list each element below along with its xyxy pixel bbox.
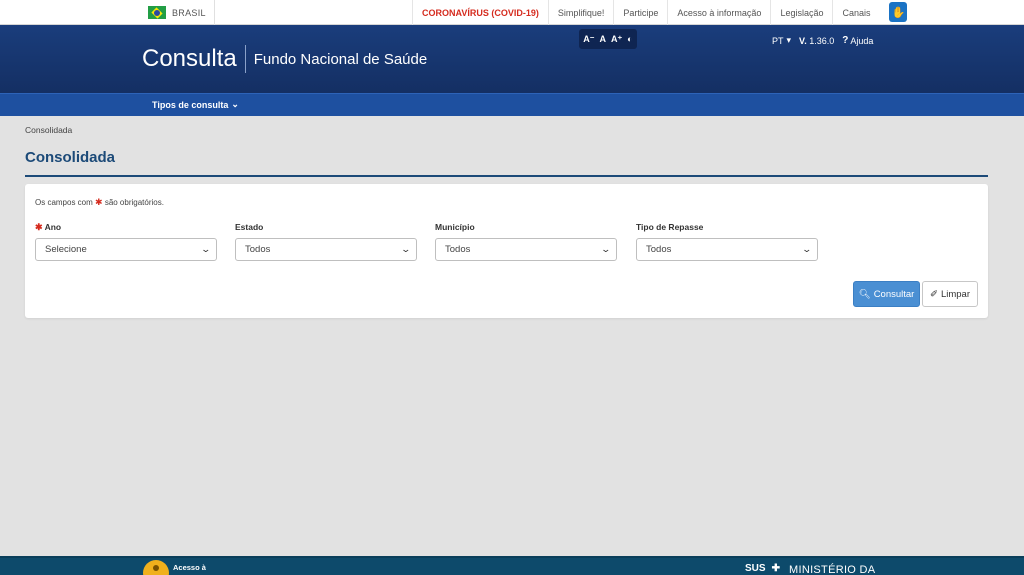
field-tipo-repasse: Tipo de Repasse Todos ⌄ [636, 222, 818, 261]
brazil-flag-icon [148, 6, 166, 19]
site-header: Consulta Fundo Nacional de Saúde A⁻ A A⁺… [0, 25, 1024, 93]
title-underline [25, 175, 988, 177]
version-number: 1.36.0 [809, 35, 835, 46]
brasil-link[interactable]: BRASIL [140, 0, 215, 25]
ano-select[interactable]: Selecione ⌄ [35, 238, 217, 261]
field-label-text: Ano [44, 222, 62, 232]
contrast-icon[interactable]: ◐ [627, 34, 632, 44]
help-link[interactable]: ? Ajuda [842, 35, 873, 46]
chevron-down-icon: ⌄ [200, 244, 212, 254]
field-label-municipio: Município [435, 222, 475, 232]
chevron-down-icon: ⌄ [400, 244, 412, 254]
gov-link-acesso-informacao[interactable]: Acesso à informação [667, 0, 770, 25]
language-selector[interactable]: PT ▾ [772, 35, 791, 46]
required-note-pre: Os campos com [35, 198, 93, 207]
sus-logo: SUS ✚ [745, 563, 780, 574]
required-note: Os campos com ✱ são obrigatórios. [35, 197, 164, 208]
caret-down-icon: ▾ [786, 35, 792, 45]
footer-access-label[interactable]: Acesso à [173, 563, 206, 572]
limpar-label: Limpar [940, 288, 970, 300]
select-value: Todos [245, 244, 271, 255]
app-title: Consulta [142, 45, 237, 72]
sus-label: SUS [745, 563, 766, 574]
brasil-label: BRASIL [172, 7, 206, 18]
chevron-down-icon: ⌄ [231, 99, 239, 109]
site-footer: Acesso à SUS ✚ MINISTÉRIO DA [0, 556, 1024, 575]
search-icon: 🔍︎ [858, 288, 871, 300]
field-ano: ✱ Ano Selecione ⌄ [35, 222, 217, 261]
cross-icon: ✚ [771, 563, 780, 574]
limpar-button[interactable]: ✐ Limpar [922, 281, 978, 307]
vlibras-hand-icon[interactable]: ✋ [889, 2, 908, 22]
chevron-down-icon: ⌄ [801, 244, 813, 254]
help-label: Ajuda [850, 35, 874, 46]
font-decrease-button[interactable]: A⁻ [583, 34, 594, 45]
access-info-icon[interactable] [143, 560, 169, 575]
select-value: Selecione [45, 244, 87, 255]
site-logo[interactable]: Consulta Fundo Nacional de Saúde [142, 45, 427, 73]
field-estado: Estado Todos ⌄ [235, 222, 417, 261]
gov-link-legislacao[interactable]: Legislação [770, 0, 832, 25]
gov-link-participe[interactable]: Participe [613, 0, 667, 25]
question-icon: ? [842, 35, 849, 46]
font-increase-button[interactable]: A⁺ [611, 34, 622, 45]
main-nav: Tipos de consulta ⌄ [0, 93, 1024, 116]
accessibility-controls: A⁻ A A⁺ ◐ [579, 29, 637, 49]
gov-top-bar: BRASIL CORONAVÍRUS (COVID-19) Simplifiqu… [0, 0, 1024, 25]
filter-form-card: Os campos com ✱ são obrigatórios. ✱ Ano … [25, 184, 988, 318]
select-value: Todos [646, 244, 672, 255]
consultar-label: Consultar [873, 288, 915, 300]
nav-tipos-de-consulta[interactable]: Tipos de consulta ⌄ [152, 99, 239, 110]
required-asterisk-icon: ✱ [35, 222, 43, 232]
gov-link-simplifique[interactable]: Simplifique! [547, 0, 614, 25]
page-title: Consolidada [25, 149, 116, 166]
gov-link-canais[interactable]: Canais [832, 0, 879, 25]
eraser-icon: ✐ [929, 288, 938, 300]
required-asterisk-icon: ✱ [95, 197, 103, 207]
language-label: PT [772, 35, 784, 46]
breadcrumb: Consolidada [25, 125, 73, 135]
field-label-ano: ✱ Ano [35, 222, 217, 234]
font-normal-button[interactable]: A [600, 34, 607, 44]
tipo-repasse-select[interactable]: Todos ⌄ [636, 238, 818, 261]
required-note-post: são obrigatórios. [104, 198, 164, 207]
app-subtitle: Fundo Nacional de Saúde [253, 50, 428, 68]
consultar-button[interactable]: 🔍︎ Consultar [853, 281, 920, 307]
nav-item-label: Tipos de consulta [152, 99, 229, 110]
gov-link-covid[interactable]: CORONAVÍRUS (COVID-19) [412, 0, 548, 25]
estado-select[interactable]: Todos ⌄ [235, 238, 417, 261]
ministry-label: MINISTÉRIO DA [789, 564, 876, 575]
field-label-tipo-repasse: Tipo de Repasse [636, 222, 704, 232]
version-prefix: V. [799, 35, 807, 46]
municipio-select[interactable]: Todos ⌄ [435, 238, 617, 261]
version-info: V. 1.36.0 [799, 36, 834, 46]
gov-links: CORONAVÍRUS (COVID-19) Simplifique! Part… [412, 0, 908, 25]
field-municipio: Município Todos ⌄ [435, 222, 617, 261]
chevron-down-icon: ⌄ [600, 244, 612, 254]
header-right: PT ▾ V. 1.36.0 ? Ajuda [772, 35, 873, 46]
field-label-estado: Estado [235, 222, 264, 232]
select-value: Todos [445, 244, 471, 255]
logo-divider [244, 45, 246, 73]
